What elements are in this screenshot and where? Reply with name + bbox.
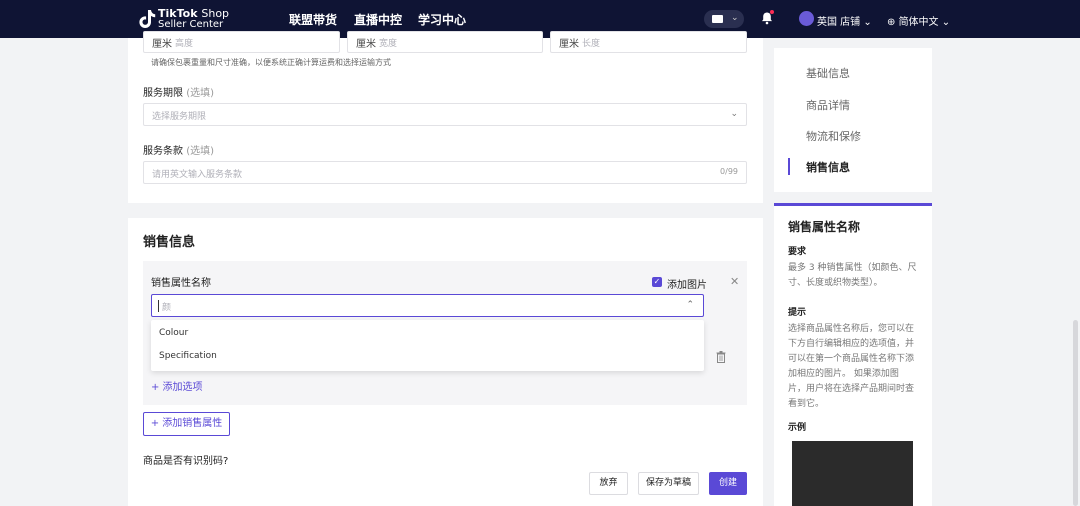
help-tip-line: 选择商品属性名称后，您可以在 <box>788 324 915 334</box>
save-draft-button[interactable]: 保存为草稿 <box>638 472 699 495</box>
length-unit: 厘米 <box>559 39 579 50</box>
help-requirement-heading: 要求 <box>788 247 807 257</box>
service-period-label-text: 服务期限 <box>143 88 183 99</box>
height-placeholder: 高度 <box>175 39 194 49</box>
brand-seller-center: Seller Center <box>158 19 224 30</box>
dropdown-option-specification[interactable]: Specification <box>159 351 217 361</box>
section-nav-product-details[interactable]: 商品详情 <box>806 97 850 113</box>
section-nav-active-indicator <box>788 158 790 175</box>
height-unit: 厘米 <box>152 39 172 50</box>
mail-icon <box>712 15 723 23</box>
identifier-question: 商品是否有识别码? <box>143 456 229 467</box>
length-placeholder: 长度 <box>582 39 601 49</box>
attr-name-label: 销售属性名称 <box>151 278 211 289</box>
length-input[interactable]: 厘米 长度 <box>550 31 747 53</box>
attr-name-input[interactable]: 颜 ⌃ <box>151 294 704 317</box>
store-switcher[interactable]: 英国 店铺 ⌄ <box>817 13 872 28</box>
width-unit: 厘米 <box>356 39 376 50</box>
example-image <box>792 441 913 506</box>
help-tip-line: 下方自行编辑相应的选项值，并 <box>788 339 915 349</box>
attr-name-dropdown: Colour Specification <box>151 320 704 371</box>
section-nav-panel <box>774 48 932 192</box>
language-selector[interactable]: ⊕ 简体中文 ⌄ <box>887 13 950 28</box>
service-terms-label-text: 服务条款 <box>143 146 183 157</box>
dropdown-option-colour[interactable]: Colour <box>159 328 188 338</box>
store-avatar[interactable] <box>799 11 814 26</box>
service-terms-optional: (选填) <box>186 146 214 157</box>
chevron-down-icon: ⌄ <box>730 109 738 119</box>
service-terms-label: 服务条款 (选填) <box>143 142 214 157</box>
help-tip-line: 加相应的图片。 如果添加图 <box>788 369 899 379</box>
add-image-label[interactable]: 添加图片 <box>667 276 707 291</box>
discard-button[interactable]: 放弃 <box>589 472 628 495</box>
char-counter: 0/99 <box>720 167 738 176</box>
store-name-label: 英国 店铺 <box>817 17 861 28</box>
section-nav-logistics[interactable]: 物流和保修 <box>806 128 861 144</box>
language-label: 简体中文 <box>898 17 939 28</box>
service-period-optional: (选填) <box>186 88 214 99</box>
nav-affiliate[interactable]: 联盟带货 <box>289 11 337 28</box>
brand-name: TikTok Shop Seller Center <box>158 8 229 30</box>
sales-info-title: 销售信息 <box>143 235 196 250</box>
service-terms-placeholder: 请用英文输入服务条款 <box>152 170 243 180</box>
add-image-checkbox[interactable]: ✓ <box>652 277 662 287</box>
tiktok-logo-icon[interactable] <box>138 9 156 29</box>
help-panel-title: 销售属性名称 <box>788 220 861 234</box>
add-sales-attribute-button[interactable]: + 添加销售属性 <box>143 412 230 436</box>
service-period-label: 服务期限 (选填) <box>143 84 214 99</box>
width-input[interactable]: 厘米 宽度 <box>347 31 543 53</box>
service-period-placeholder: 选择服务期限 <box>152 112 207 122</box>
section-nav-sales-info[interactable]: 销售信息 <box>806 159 850 175</box>
help-tip-line: 可以在第一个商品属性名称下添 <box>788 354 915 364</box>
service-period-select[interactable]: 选择服务期限 ⌄ <box>143 103 747 126</box>
height-input[interactable]: 厘米 高度 <box>143 31 340 53</box>
close-icon[interactable]: ✕ <box>730 275 739 288</box>
dimension-help-text: 请确保包裹重量和尺寸准确，以便系统正确计算运费和选择运输方式 <box>151 58 391 67</box>
publish-button[interactable]: 创建 <box>709 472 747 495</box>
messages-button[interactable]: ⌄ <box>704 10 744 28</box>
chevron-up-icon: ⌃ <box>686 300 694 310</box>
nav-learning-center[interactable]: 学习中心 <box>418 11 466 28</box>
help-example-heading: 示例 <box>788 423 807 433</box>
page-scrollbar[interactable] <box>1073 320 1078 506</box>
width-placeholder: 宽度 <box>379 39 398 49</box>
section-nav-basic-info[interactable]: 基础信息 <box>806 65 850 81</box>
trash-icon[interactable] <box>716 351 726 363</box>
help-requirement-line: 最多 3 种销售属性（如颜色、尺 <box>788 263 917 273</box>
text-caret <box>158 300 159 312</box>
chevron-down-icon: ⌄ <box>731 13 739 23</box>
help-tip-heading: 提示 <box>788 308 807 318</box>
help-requirement-line: 寸、长度或织物类型）。 <box>788 278 883 288</box>
attr-name-input-value: 颜 <box>162 303 172 313</box>
help-tip-line: 看到它。 <box>788 399 825 409</box>
notification-dot-icon <box>770 10 774 14</box>
nav-live-control[interactable]: 直播中控 <box>354 11 402 28</box>
help-tip-line: 片，用户将在选择产品期间时查 <box>788 384 915 394</box>
add-option-link[interactable]: + 添加选项 <box>151 378 203 393</box>
service-terms-input[interactable]: 请用英文输入服务条款 0/99 <box>143 161 747 184</box>
